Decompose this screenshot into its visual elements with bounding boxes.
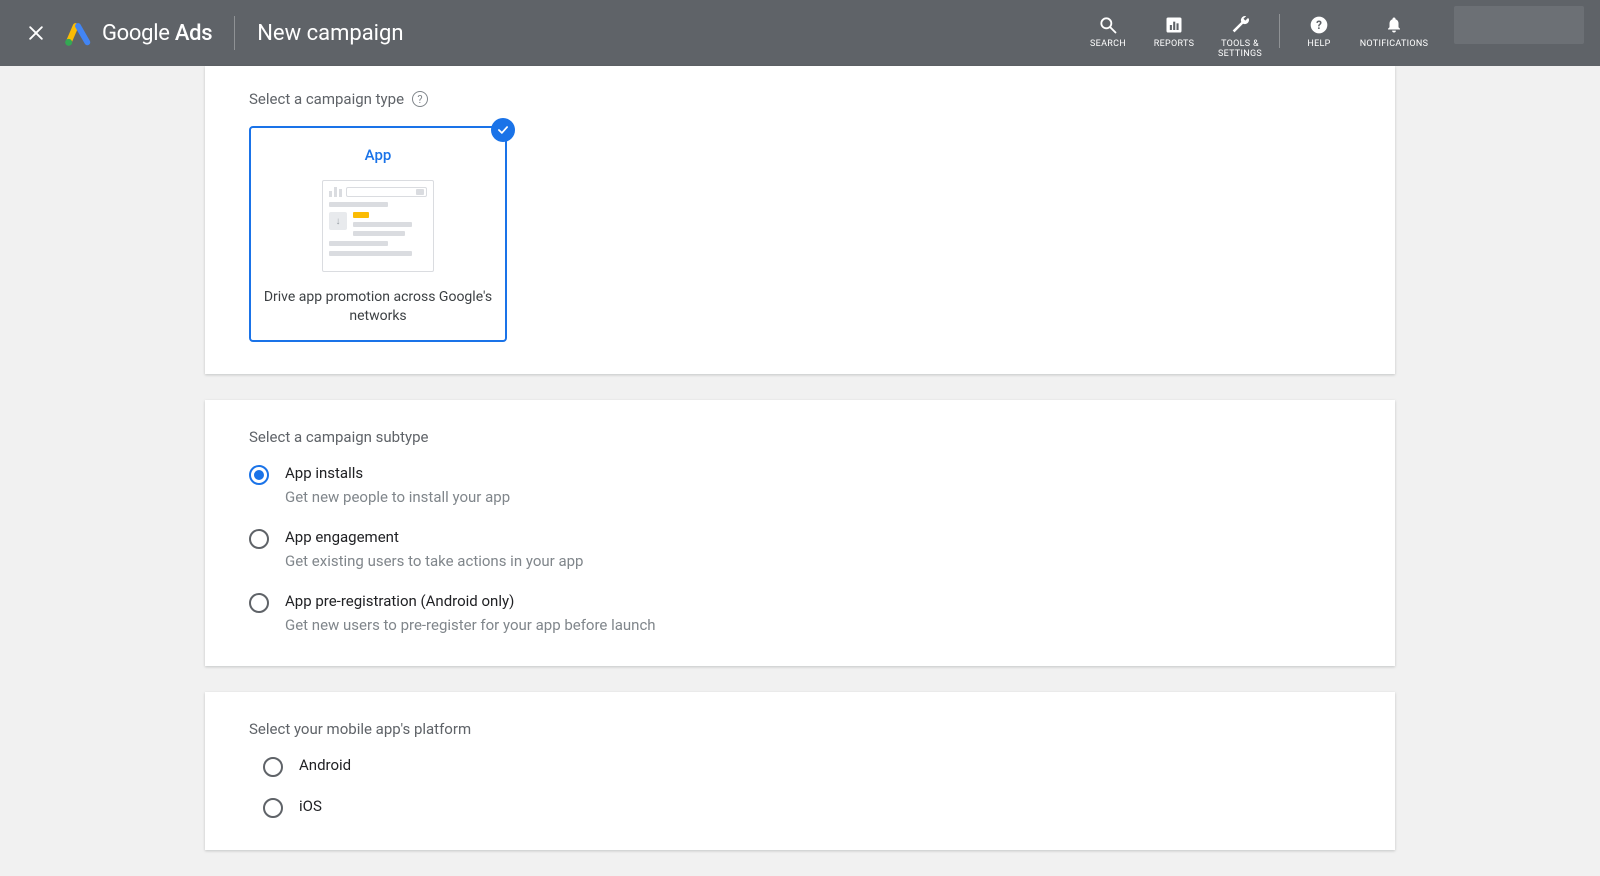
radio-option-ios[interactable]: iOS bbox=[263, 797, 1351, 818]
help-circle-icon[interactable]: ? bbox=[412, 91, 428, 107]
radio-title: App pre-registration (Android only) bbox=[285, 592, 656, 610]
tool-tools-settings[interactable]: TOOLS & SETTINGS bbox=[1207, 6, 1273, 60]
subtype-radio-group: App installs Get new people to install y… bbox=[249, 464, 1351, 634]
tool-reports[interactable]: REPORTS bbox=[1141, 6, 1207, 60]
radio-icon bbox=[263, 757, 283, 777]
page-title: New campaign bbox=[257, 21, 403, 46]
tool-label: TOOLS & SETTINGS bbox=[1218, 40, 1262, 60]
google-ads-logo-icon bbox=[64, 19, 92, 47]
svg-text:?: ? bbox=[1316, 18, 1322, 32]
card-platform: Select your mobile app's platform Androi… bbox=[205, 692, 1395, 850]
header-divider bbox=[234, 16, 235, 50]
radio-desc: Get new people to install your app bbox=[285, 488, 510, 506]
wrench-icon bbox=[1229, 14, 1251, 36]
radio-icon bbox=[249, 593, 269, 613]
brand-logo: Google Ads bbox=[64, 19, 212, 47]
tool-help[interactable]: ? HELP bbox=[1286, 6, 1352, 60]
section-label-platform: Select your mobile app's platform bbox=[249, 720, 1351, 738]
campaign-type-title: App bbox=[261, 146, 495, 164]
check-icon bbox=[496, 123, 510, 137]
radio-option-app-installs[interactable]: App installs Get new people to install y… bbox=[249, 464, 1351, 506]
tool-label: HELP bbox=[1307, 40, 1330, 50]
radio-desc: Get new users to pre-register for your a… bbox=[285, 616, 656, 634]
section-label-subtype: Select a campaign subtype bbox=[249, 428, 1351, 446]
bell-icon bbox=[1385, 14, 1403, 36]
radio-icon bbox=[249, 465, 269, 485]
tool-label: REPORTS bbox=[1154, 40, 1194, 50]
radio-option-android[interactable]: Android bbox=[263, 756, 1351, 777]
campaign-type-option-app[interactable]: App ↓ Drive app promotio bbox=[249, 126, 507, 342]
tool-label: NOTIFICATIONS bbox=[1360, 40, 1429, 50]
platform-radio-group: Android iOS bbox=[249, 756, 1351, 818]
radio-title: Android bbox=[299, 756, 351, 774]
card-campaign-subtype: Select a campaign subtype App installs G… bbox=[205, 400, 1395, 666]
section-label-campaign-type: Select a campaign type ? bbox=[249, 90, 1351, 108]
radio-option-app-preregistration[interactable]: App pre-registration (Android only) Get … bbox=[249, 592, 1351, 634]
search-icon bbox=[1098, 14, 1118, 36]
section-label-text: Select a campaign subtype bbox=[249, 428, 428, 446]
tools-divider bbox=[1279, 14, 1280, 48]
campaign-type-desc: Drive app promotion across Google's netw… bbox=[261, 288, 495, 326]
section-label-text: Select a campaign type bbox=[249, 90, 404, 108]
radio-option-app-engagement[interactable]: App engagement Get existing users to tak… bbox=[249, 528, 1351, 570]
reports-icon bbox=[1164, 14, 1184, 36]
radio-title: App installs bbox=[285, 464, 510, 482]
campaign-type-illustration: ↓ bbox=[322, 180, 434, 272]
account-switcher[interactable] bbox=[1454, 6, 1584, 44]
section-label-text: Select your mobile app's platform bbox=[249, 720, 471, 738]
content: Select a campaign type ? App ↓ bbox=[205, 66, 1395, 850]
radio-title: App engagement bbox=[285, 528, 583, 546]
tool-notifications[interactable]: NOTIFICATIONS bbox=[1352, 6, 1436, 60]
tool-label: SEARCH bbox=[1090, 40, 1126, 50]
radio-desc: Get existing users to take actions in yo… bbox=[285, 552, 583, 570]
close-icon bbox=[26, 23, 46, 43]
selected-check-badge bbox=[491, 118, 515, 142]
help-icon: ? bbox=[1309, 14, 1329, 36]
close-button[interactable] bbox=[16, 13, 56, 53]
card-campaign-type: Select a campaign type ? App ↓ bbox=[205, 66, 1395, 374]
radio-title: iOS bbox=[299, 797, 322, 815]
brand-text: Google Ads bbox=[102, 21, 212, 46]
tool-search[interactable]: SEARCH bbox=[1075, 6, 1141, 60]
app-header: Google Ads New campaign SEARCH REPORTS T… bbox=[0, 0, 1600, 66]
radio-icon bbox=[249, 529, 269, 549]
header-tools: SEARCH REPORTS TOOLS & SETTINGS ? HELP N bbox=[1075, 6, 1584, 60]
radio-icon bbox=[263, 798, 283, 818]
